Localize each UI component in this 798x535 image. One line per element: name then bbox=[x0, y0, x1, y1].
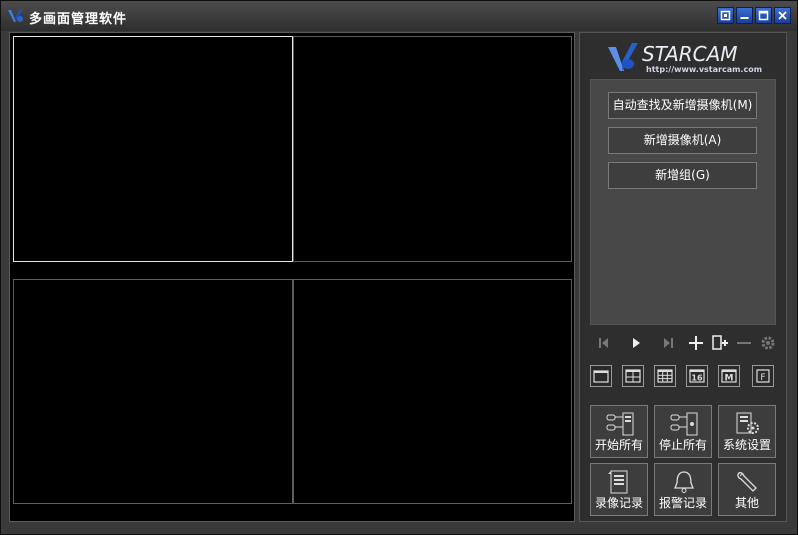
other-button[interactable]: 其他 bbox=[718, 463, 776, 516]
remove-icon[interactable] bbox=[734, 333, 754, 353]
other-label: 其他 bbox=[734, 496, 759, 510]
close-icon[interactable] bbox=[774, 7, 791, 24]
start-all-label: 开始所有 bbox=[594, 438, 643, 452]
alarm-log-button[interactable]: 报警记录 bbox=[654, 463, 712, 516]
svg-text:STARCAM: STARCAM bbox=[642, 42, 738, 66]
window-title: 多画面管理软件 bbox=[29, 12, 128, 27]
recording-log-button[interactable]: 录像记录 bbox=[590, 463, 648, 516]
video-cell-3[interactable] bbox=[13, 279, 293, 504]
last-icon[interactable] bbox=[658, 333, 678, 353]
add-icon[interactable] bbox=[686, 333, 706, 353]
layout-9-icon[interactable] bbox=[654, 365, 676, 387]
add-device-icon[interactable] bbox=[710, 333, 730, 353]
recording-log-label: 录像记录 bbox=[594, 496, 643, 510]
add-camera-button[interactable]: 新增摄像机(A) bbox=[608, 127, 757, 154]
video-cell-4[interactable] bbox=[293, 279, 572, 504]
system-settings-button[interactable]: 系统设置 bbox=[718, 405, 776, 458]
auto-find-add-camera-button[interactable]: 自动查找及新增摄像机(M) bbox=[608, 92, 757, 119]
brand-url: http://www.vstarcam.com bbox=[646, 65, 763, 74]
layout-selector: 16 M F bbox=[590, 365, 780, 389]
alarm-log-label: 报警记录 bbox=[658, 496, 707, 510]
video-cell-2[interactable] bbox=[293, 36, 572, 262]
main-window: 多画面管理软件 STARCAM http://www.vstarcam.com … bbox=[0, 0, 798, 535]
recording-log-icon bbox=[608, 470, 628, 494]
app-logo-icon bbox=[8, 9, 23, 22]
layout-4-icon[interactable] bbox=[622, 365, 644, 387]
play-icon[interactable] bbox=[626, 333, 646, 353]
start-all-button[interactable]: 开始所有 bbox=[590, 405, 648, 458]
system-settings-icon bbox=[736, 412, 759, 434]
layout-16-icon[interactable]: 16 bbox=[686, 365, 708, 387]
restore-icon[interactable] bbox=[717, 7, 734, 24]
video-grid bbox=[9, 32, 575, 522]
title-bar[interactable]: 多画面管理软件 bbox=[1, 1, 797, 31]
window-controls bbox=[715, 7, 791, 25]
video-cell-1[interactable] bbox=[13, 36, 293, 262]
layout-1-icon[interactable] bbox=[590, 365, 612, 387]
start-all-icon bbox=[606, 412, 634, 436]
layout-16-label: 16 bbox=[691, 374, 703, 383]
layout-m-icon[interactable]: M bbox=[718, 365, 740, 387]
control-panel: STARCAM http://www.vstarcam.com 自动查找及新增摄… bbox=[579, 32, 787, 522]
layout-full-icon[interactable]: F bbox=[752, 365, 774, 387]
wrench-icon bbox=[737, 471, 757, 492]
stop-all-label: 停止所有 bbox=[658, 438, 707, 452]
layout-f-label: F bbox=[760, 373, 765, 383]
system-settings-label: 系统设置 bbox=[722, 438, 771, 452]
bell-icon bbox=[674, 471, 694, 493]
layout-m-label: M bbox=[725, 374, 734, 384]
stop-all-icon bbox=[670, 412, 698, 436]
minimize-icon[interactable] bbox=[736, 7, 753, 24]
bottom-strip bbox=[1, 524, 797, 534]
first-icon[interactable] bbox=[594, 333, 614, 353]
settings-gear-icon[interactable] bbox=[758, 333, 778, 353]
playback-controls bbox=[588, 333, 780, 353]
add-group-button[interactable]: 新增组(G) bbox=[608, 162, 757, 189]
maximize-icon[interactable] bbox=[755, 7, 772, 24]
stop-all-button[interactable]: 停止所有 bbox=[654, 405, 712, 458]
